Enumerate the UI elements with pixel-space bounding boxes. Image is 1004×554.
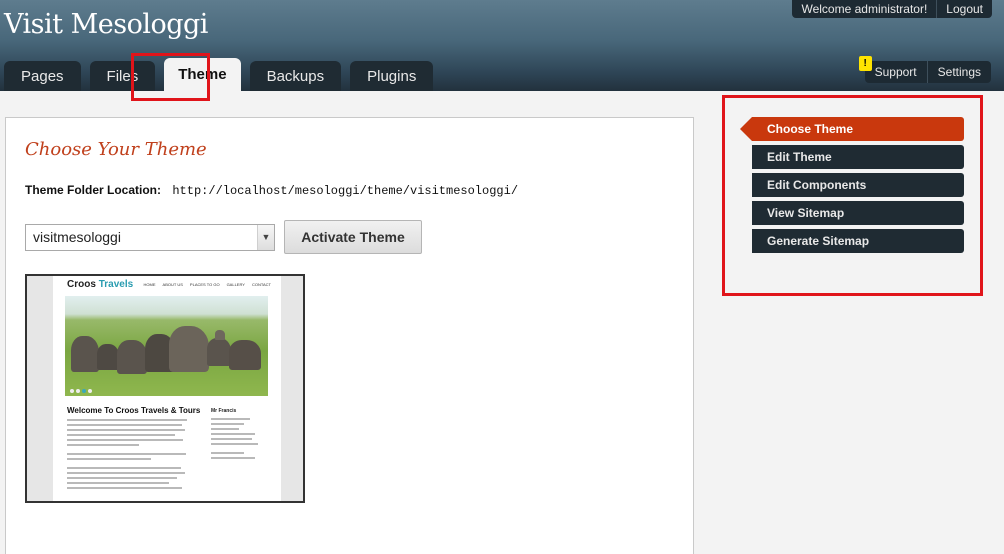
menu-edit-theme[interactable]: Edit Theme [752, 145, 964, 169]
warning-icon: ! [858, 56, 872, 71]
preview-logo: Croos Travels [67, 279, 133, 290]
preview-sidebar: Mr Francis [211, 408, 266, 462]
welcome-text: Welcome administrator! [801, 2, 928, 16]
folder-label: Theme Folder Location: [25, 183, 162, 197]
main-panel: Choose Your Theme Theme Folder Location:… [5, 117, 694, 554]
activate-theme-button[interactable]: Activate Theme [284, 220, 422, 254]
preview-side-title: Mr Francis [211, 408, 237, 414]
site-title: Visit Mesologgi [4, 9, 208, 40]
folder-path: http://localhost/mesologgi/theme/visitme… [172, 184, 519, 198]
theme-folder-row: Theme Folder Location: http://localhost/… [25, 183, 518, 198]
theme-select[interactable]: visitmesologgi ▼ [25, 224, 275, 251]
menu-choose-theme[interactable]: Choose Theme [740, 117, 964, 141]
preview-logo-main: Croos [67, 279, 96, 290]
theme-preview-image: Croos Travels HOME ABOUT US PLACES TO GO… [25, 274, 305, 503]
tab-pages[interactable]: Pages [4, 61, 81, 91]
preview-logo-accent: Travels [98, 279, 134, 290]
theme-select-value: visitmesologgi [33, 229, 121, 245]
page-title: Choose Your Theme [25, 139, 207, 160]
support-label: Support [874, 65, 917, 79]
preview-nav-item: ABOUT US [162, 282, 183, 287]
preview-body-text [67, 419, 187, 492]
preview-nav: HOME ABOUT US PLACES TO GO GALLERY CONTA… [144, 282, 271, 287]
main-tabs: Pages Files Theme Backups Plugins [4, 58, 442, 91]
settings-link[interactable]: Settings [926, 61, 991, 83]
preview-nav-item: PLACES TO GO [189, 282, 220, 287]
user-bar: Welcome administrator! Logout [792, 0, 992, 18]
chevron-down-icon[interactable]: ▼ [257, 225, 274, 250]
theme-side-menu: Choose Theme Edit Theme Edit Components … [740, 117, 964, 257]
menu-edit-components[interactable]: Edit Components [752, 173, 964, 197]
tab-theme[interactable]: Theme [164, 58, 241, 91]
preview-heading: Welcome To Croos Travels & Tours [67, 406, 201, 415]
tab-backups[interactable]: Backups [249, 61, 342, 91]
preview-slider-dots [70, 389, 92, 393]
tab-plugins[interactable]: Plugins [350, 61, 434, 91]
preview-hero-elephants [65, 296, 268, 396]
logout-link[interactable]: Logout [936, 0, 992, 18]
right-toolbar: ! Support Settings [858, 56, 991, 83]
preview-nav-item: GALLERY [226, 282, 245, 287]
tab-files[interactable]: Files [89, 61, 156, 91]
menu-view-sitemap[interactable]: View Sitemap [752, 201, 964, 225]
preview-nav-item: HOME [143, 282, 156, 287]
preview-nav-item: CONTACT [251, 282, 271, 287]
menu-generate-sitemap[interactable]: Generate Sitemap [752, 229, 964, 253]
header: Visit Mesologgi Welcome administrator! L… [0, 0, 1004, 91]
preview-page: Croos Travels HOME ABOUT US PLACES TO GO… [53, 276, 281, 501]
support-link[interactable]: ! Support [858, 56, 927, 83]
